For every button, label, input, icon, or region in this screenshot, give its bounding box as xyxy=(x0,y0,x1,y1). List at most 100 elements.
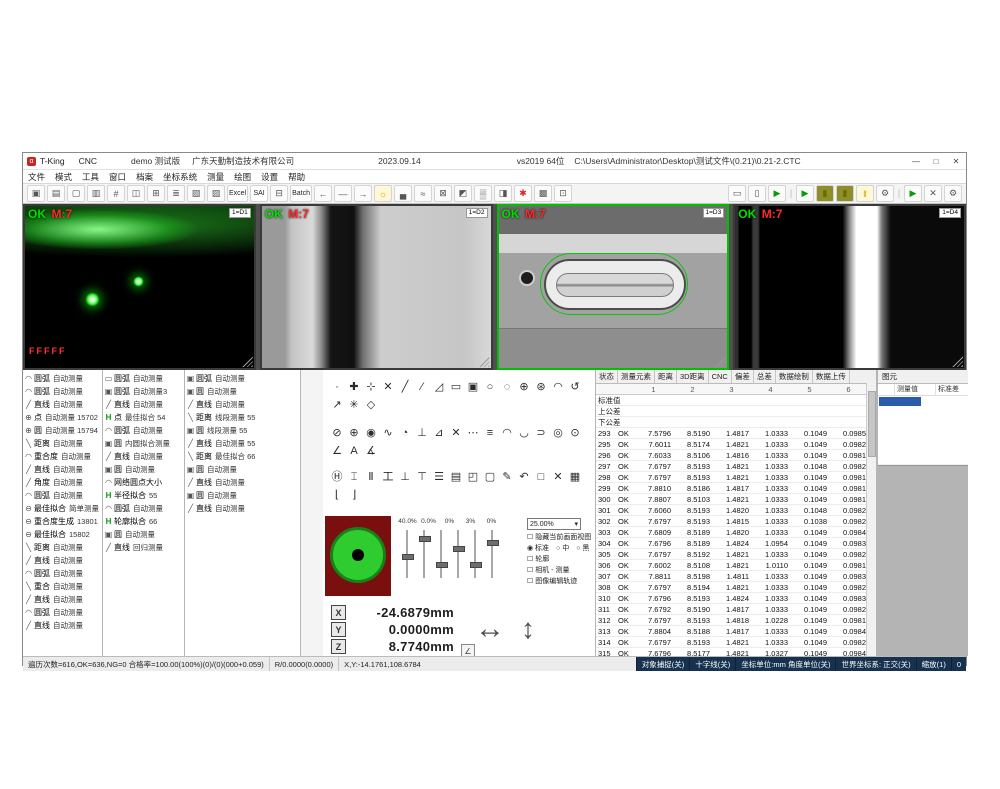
toolbar-button[interactable]: ▢ xyxy=(67,185,85,202)
status-toggle[interactable]: 十字线(关) xyxy=(689,657,735,671)
tolerance-row[interactable]: 上公差 xyxy=(596,406,876,417)
toolbar-button[interactable]: ▣ xyxy=(27,185,45,202)
list-item[interactable]: ╱ 直线 自动测量 xyxy=(23,398,102,411)
table-tab[interactable]: CNC xyxy=(709,370,732,383)
toolbar-button[interactable]: ⊟ xyxy=(270,185,288,202)
tool-button-icon[interactable]: ✎ xyxy=(501,470,513,484)
list-item[interactable]: ⊕ 圆 自动测量 15794 xyxy=(23,424,102,437)
table-row[interactable]: 312 OK 7.6797 8.5193 1.4818 1.0228 0.104… xyxy=(596,615,876,626)
tool-button-icon[interactable]: ◿ xyxy=(433,380,445,394)
tool-button-icon[interactable]: ▤ xyxy=(450,470,462,484)
list-item[interactable]: ◠ 圆弧 自动测量 xyxy=(103,502,184,515)
list-item[interactable]: ╱ 直线 回归测量 xyxy=(103,541,184,554)
option-checkbox[interactable]: ☐ 相机 - 测量 xyxy=(527,565,591,576)
list-item[interactable]: ▣ 圆弧 自动测量3 xyxy=(103,385,184,398)
list-item[interactable]: ◠ 重合度 自动测量 xyxy=(23,450,102,463)
tool-button-icon[interactable]: ⊕ xyxy=(348,426,360,440)
tool-button-icon[interactable]: ✕ xyxy=(382,380,394,394)
tool-button-icon[interactable]: ▢ xyxy=(484,470,496,484)
list-item[interactable]: ◠ 圆弧 自动测量 xyxy=(23,606,102,619)
toolbar-button[interactable]: ⊡ xyxy=(554,185,572,202)
menu-item[interactable]: 工具 xyxy=(77,171,104,183)
table-row[interactable]: 305 OK 7.6797 8.5192 1.4821 1.0333 0.104… xyxy=(596,549,876,560)
table-row[interactable]: 293 OK 7.5796 8.5190 1.4817 1.0333 0.104… xyxy=(596,428,876,439)
tool-button-icon[interactable]: ◰ xyxy=(467,470,479,484)
toolbar-button[interactable]: ▶ xyxy=(768,185,786,202)
status-toggle[interactable]: 世界坐标系: 正交(关) xyxy=(835,657,915,671)
table-tab[interactable]: 数据上传 xyxy=(813,370,850,383)
toolbar-button[interactable]: # xyxy=(107,185,125,202)
list-item[interactable]: ╲ 距离 自动测量 xyxy=(23,437,102,450)
light-slider[interactable] xyxy=(484,528,501,580)
table-row[interactable]: 298 OK 7.6797 8.5193 1.4821 1.0333 0.104… xyxy=(596,472,876,483)
table-row[interactable]: 315 OK 7.6796 8.5177 1.4821 1.0327 0.104… xyxy=(596,648,876,656)
primitive-panel-tab[interactable]: 图元 xyxy=(878,370,968,384)
status-toggle[interactable]: 对象捕捉(关) xyxy=(636,657,690,671)
toolbar-button[interactable]: | xyxy=(788,185,794,200)
table-row[interactable]: 304 OK 7.6796 8.5189 1.4824 1.0954 0.104… xyxy=(596,538,876,549)
tool-button-icon[interactable]: ✚ xyxy=(348,380,360,394)
list-item[interactable]: ⊖ 最佳拟合 15802 xyxy=(23,528,102,541)
tool-button-icon[interactable]: ⋯ xyxy=(467,426,479,440)
table-tab[interactable]: 状态 xyxy=(596,370,618,383)
table-row[interactable]: 296 OK 7.6033 8.5106 1.4816 1.0333 0.104… xyxy=(596,450,876,461)
tool-button-icon[interactable]: ⊥ xyxy=(399,470,411,484)
toolbar-button[interactable]: | xyxy=(896,185,902,200)
tool-button-icon[interactable]: A xyxy=(348,444,360,458)
tolerance-row[interactable]: 下公差 xyxy=(596,417,876,428)
camera-viewport-3-selected[interactable]: OK M:7 1=D3 xyxy=(497,204,730,370)
list-item[interactable]: ╱ 直线 自动测量 xyxy=(23,463,102,476)
toolbar-button[interactable]: ← xyxy=(314,185,332,202)
tool-button-icon[interactable]: ◠ xyxy=(552,380,564,394)
list-item[interactable]: ╱ 直线 自动测量 xyxy=(103,450,184,463)
menu-item[interactable]: 文件 xyxy=(23,171,50,183)
table-row[interactable]: 297 OK 7.6797 8.5193 1.4821 1.0333 0.104… xyxy=(596,461,876,472)
table-row[interactable]: 310 OK 7.6796 8.5193 1.4824 1.0333 0.104… xyxy=(596,593,876,604)
zoom-select[interactable]: 25.00% ▾ xyxy=(527,518,581,530)
selected-cell-highlight[interactable] xyxy=(879,397,921,406)
tool-button-icon[interactable]: ⊛ xyxy=(535,380,547,394)
list-item[interactable]: ╱ 直线 自动测量 55 xyxy=(185,437,300,450)
status-toggle[interactable]: 坐标单位:mm 角度单位(关) xyxy=(735,657,835,671)
list-item[interactable]: ╱ 直线 自动测量 xyxy=(103,398,184,411)
tool-button-icon[interactable]: ◠ xyxy=(501,426,513,440)
toolbar-button[interactable]: ▨ xyxy=(207,185,225,202)
camera-viewport-1[interactable]: OK M:7 1=D1 FFFFF xyxy=(23,204,256,370)
tool-button-icon[interactable]: ∿ xyxy=(382,426,394,440)
list-item[interactable]: ╲ 距离 自动测量 xyxy=(23,541,102,554)
toolbar-button[interactable]: ⊠ xyxy=(434,185,452,202)
tool-button-icon[interactable]: ▣ xyxy=(467,380,479,394)
list-item[interactable]: ▣ 圆 自动测量 xyxy=(185,489,300,502)
camera-viewport-4[interactable]: OK M:7 1=D4 xyxy=(733,204,966,370)
list-item[interactable]: ◠ 圆弧 自动测量 xyxy=(23,489,102,502)
table-scrollbar[interactable] xyxy=(866,383,876,656)
tolerance-row[interactable]: 标准值 xyxy=(596,395,876,406)
tool-button-icon[interactable]: ◔ xyxy=(399,426,411,440)
tool-button-icon[interactable]: ⊘ xyxy=(331,426,343,440)
list-item[interactable]: ▭ 圆弧 自动测量 xyxy=(103,372,184,385)
tool-button-icon[interactable]: ↺ xyxy=(569,380,581,394)
toolbar-button[interactable]: ▄ xyxy=(394,185,412,202)
toolbar-button[interactable]: ✕ xyxy=(924,185,942,202)
tool-button-icon[interactable]: ○ xyxy=(484,380,496,394)
lens-target-view[interactable] xyxy=(325,516,391,596)
list-item[interactable]: ╱ 直线 自动测量 xyxy=(185,476,300,489)
tool-button-icon[interactable]: ⊹ xyxy=(365,380,377,394)
list-item[interactable]: ▣ 圆 自动测量 xyxy=(185,385,300,398)
list-item[interactable]: ╱ 直线 自动测量 xyxy=(23,619,102,632)
tool-button-icon[interactable]: ⊃ xyxy=(535,426,547,440)
menu-item[interactable]: 设置 xyxy=(256,171,283,183)
tool-button-icon[interactable]: ◉ xyxy=(365,426,377,440)
toolbar-button[interactable]: Excel xyxy=(227,185,248,202)
tool-button-icon[interactable]: ⊕ xyxy=(518,380,530,394)
table-row[interactable]: 300 OK 7.8807 8.5103 1.4821 1.0333 0.104… xyxy=(596,494,876,505)
scrollbar-thumb[interactable] xyxy=(868,391,876,457)
tool-button-icon[interactable]: ✕ xyxy=(552,470,564,484)
maximize-button[interactable]: □ xyxy=(926,153,946,169)
toolbar-button[interactable]: ▮ xyxy=(816,185,834,202)
list-item[interactable]: ▣ 圆弧 自动测量 xyxy=(185,372,300,385)
list-item[interactable]: ▣ 圆 自动测量 xyxy=(103,463,184,476)
tool-button-icon[interactable]: ↶ xyxy=(518,470,530,484)
list-item[interactable]: ╱ 直线 自动测量 xyxy=(23,593,102,606)
tool-button-icon[interactable]: ≡ xyxy=(484,426,496,440)
